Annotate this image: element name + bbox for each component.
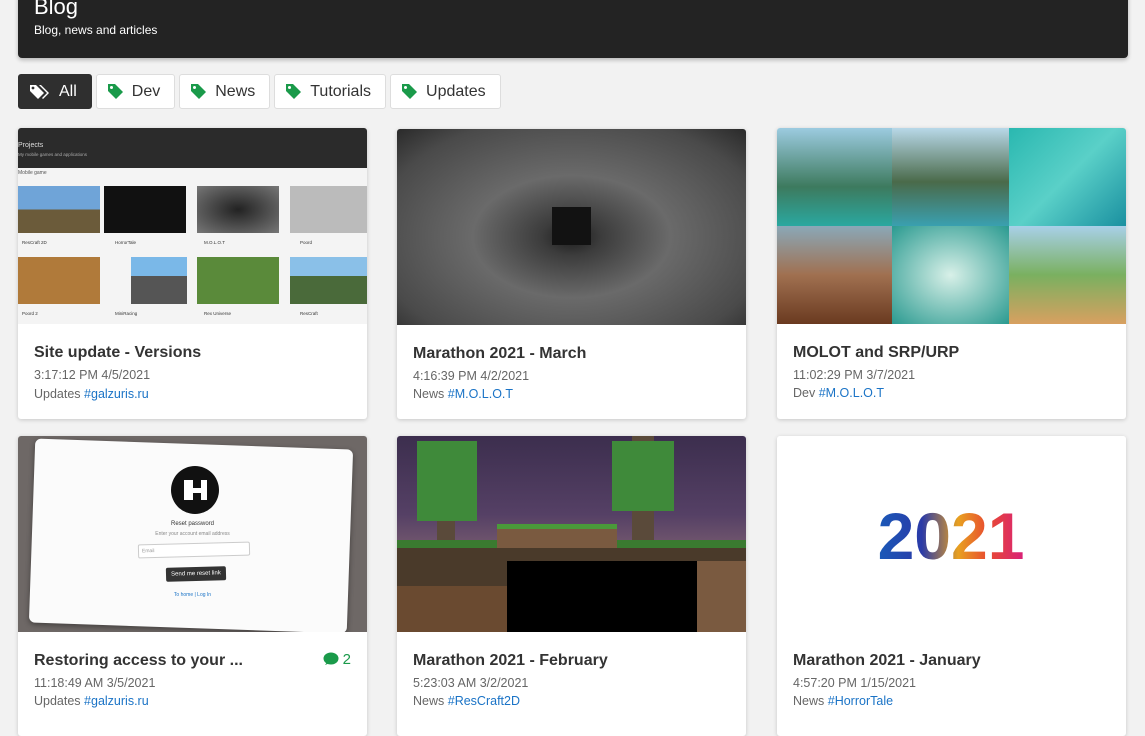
post-date: 4:57:20 PM 1/15/2021 bbox=[793, 676, 917, 690]
filter-label: News bbox=[215, 82, 256, 100]
post-thumbnail[interactable]: 2021 bbox=[777, 436, 1126, 632]
post-title[interactable]: Restoring access to your ... bbox=[34, 652, 243, 670]
post-date: 3:17:12 PM 4/5/2021 bbox=[34, 368, 151, 382]
category-filters: All Dev News Tutorials Updates bbox=[18, 74, 501, 109]
post-title[interactable]: Marathon 2021 - February bbox=[413, 652, 608, 670]
post-card[interactable]: Marathon 2021 - February 5:23:03 AM 3/2/… bbox=[397, 436, 746, 736]
post-card[interactable]: Marathon 2021 - March 4:16:39 PM 4/2/202… bbox=[397, 129, 746, 419]
post-date: 5:23:03 AM 3/2/2021 bbox=[413, 676, 529, 690]
post-category: News bbox=[413, 694, 445, 708]
post-tag-link[interactable]: #M.O.L.O.T bbox=[819, 386, 884, 400]
filter-label: Updates bbox=[426, 82, 486, 100]
post-thumbnail[interactable]: Reset password Enter your account email … bbox=[18, 436, 367, 632]
post-tags: News #M.O.L.O.T bbox=[413, 387, 513, 401]
tag-icon bbox=[107, 84, 123, 99]
post-thumbnail[interactable] bbox=[777, 128, 1126, 324]
filter-updates[interactable]: Updates bbox=[390, 74, 501, 109]
page-subtitle: Blog, news and articles bbox=[34, 23, 158, 37]
filter-label: All bbox=[59, 82, 77, 100]
tag-icon bbox=[191, 84, 207, 99]
post-category: News bbox=[413, 387, 445, 401]
post-tags: News #HorrorTale bbox=[793, 694, 893, 708]
post-tags: News #ResCraft2D bbox=[413, 694, 520, 708]
post-tag-link[interactable]: #M.O.L.O.T bbox=[448, 387, 513, 401]
post-title[interactable]: MOLOT and SRP/URP bbox=[793, 344, 959, 362]
year-logo: 2021 bbox=[878, 499, 1025, 573]
tag-icon bbox=[286, 84, 302, 99]
post-tags: Updates #galzuris.ru bbox=[34, 387, 149, 401]
site-logo-icon bbox=[171, 466, 219, 514]
post-tag-link[interactable]: #HorrorTale bbox=[828, 694, 893, 708]
post-thumbnail[interactable] bbox=[397, 436, 746, 632]
filter-tutorials[interactable]: Tutorials bbox=[274, 74, 387, 109]
filter-label: Dev bbox=[131, 82, 161, 100]
tag-icon bbox=[402, 84, 418, 99]
post-card[interactable]: MOLOT and SRP/URP 11:02:29 PM 3/7/2021 D… bbox=[777, 128, 1126, 419]
post-title[interactable]: Site update - Versions bbox=[34, 344, 201, 362]
post-category: Dev bbox=[793, 386, 816, 400]
post-date: 11:02:29 PM 3/7/2021 bbox=[793, 368, 916, 382]
filter-label: Tutorials bbox=[310, 82, 372, 100]
filter-dev[interactable]: Dev bbox=[95, 74, 176, 109]
post-title[interactable]: Marathon 2021 - March bbox=[413, 345, 586, 363]
post-card[interactable]: Reset password Enter your account email … bbox=[18, 436, 367, 736]
post-tag-link[interactable]: #galzuris.ru bbox=[84, 387, 149, 401]
post-date: 11:18:49 AM 3/5/2021 bbox=[34, 676, 156, 690]
post-category: Updates bbox=[34, 387, 81, 401]
comments-count[interactable]: 2 bbox=[323, 651, 351, 668]
comment-icon bbox=[323, 652, 339, 665]
tags-icon bbox=[30, 84, 49, 99]
post-card[interactable]: Projects My mobile games and application… bbox=[18, 128, 367, 419]
post-category: Updates bbox=[34, 694, 81, 708]
post-category: News bbox=[793, 694, 825, 708]
filter-all[interactable]: All bbox=[18, 74, 92, 109]
post-tag-link[interactable]: #ResCraft2D bbox=[448, 694, 520, 708]
post-thumbnail[interactable]: Projects My mobile games and application… bbox=[18, 128, 367, 324]
post-tag-link[interactable]: #galzuris.ru bbox=[84, 694, 149, 708]
post-tags: Updates #galzuris.ru bbox=[34, 694, 149, 708]
post-thumbnail[interactable] bbox=[397, 129, 746, 325]
post-title[interactable]: Marathon 2021 - January bbox=[793, 652, 981, 670]
page-header: Blog Blog, news and articles bbox=[18, 0, 1128, 58]
page-title: Blog bbox=[34, 0, 79, 19]
filter-news[interactable]: News bbox=[179, 74, 271, 109]
post-card[interactable]: 2021 Marathon 2021 - January 4:57:20 PM … bbox=[777, 436, 1126, 736]
post-date: 4:16:39 PM 4/2/2021 bbox=[413, 369, 530, 383]
post-tags: Dev #M.O.L.O.T bbox=[793, 386, 884, 400]
